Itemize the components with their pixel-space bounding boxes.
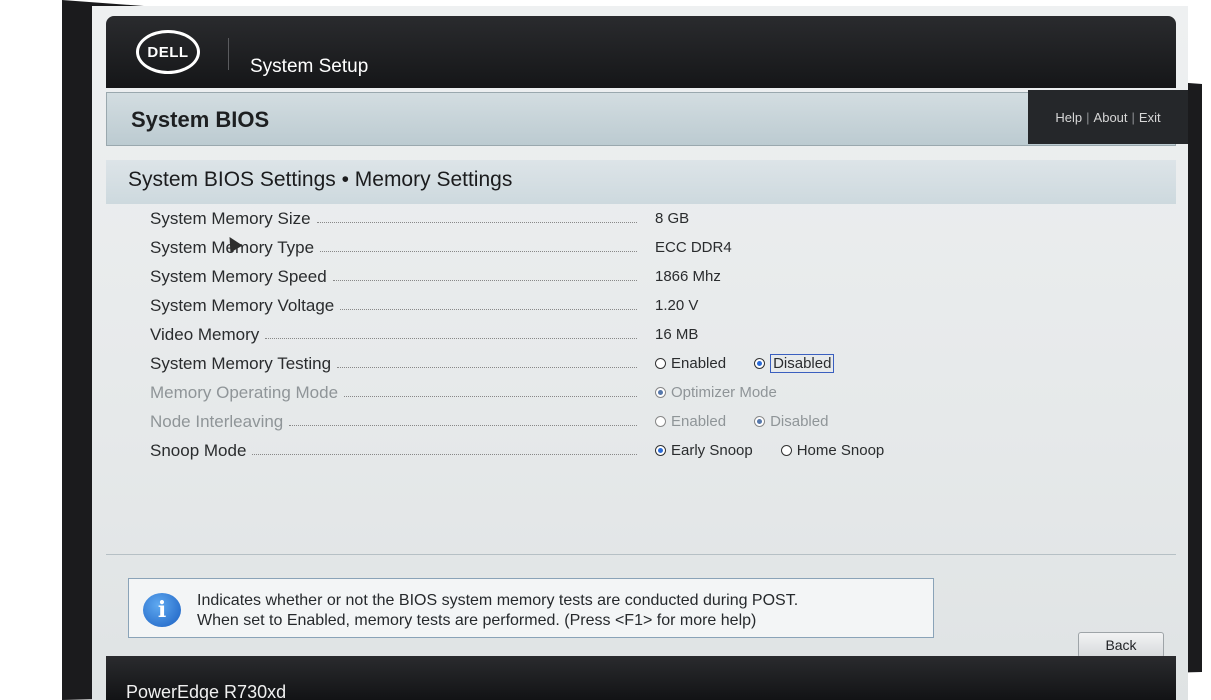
radio-icon (655, 416, 666, 427)
model-name: PowerEdge R730xd (126, 682, 287, 700)
radio-icon[interactable] (780, 445, 792, 456)
radio-selected-icon[interactable] (655, 445, 666, 456)
setting-label: System Memory Speed (150, 267, 637, 287)
settings-list: System Memory Size 8 GB System Memory Ty… (150, 204, 1050, 465)
radio-group: Enabled Disabled (655, 354, 856, 373)
radio-option-disabled: Disabled (754, 413, 828, 430)
radio-option-optimizer: Optimizer Mode (655, 384, 777, 401)
radio-selected-icon (754, 416, 766, 427)
setting-label: Memory Operating Mode (150, 383, 637, 403)
help-box: i Indicates whether or not the BIOS syst… (128, 578, 934, 638)
top-bar: DELL System Setup (106, 16, 1176, 88)
setting-label: System Memory Size (150, 209, 637, 229)
footer-bar: PowerEdge R730xd (106, 656, 1176, 700)
app-title: System Setup (250, 56, 369, 77)
radio-group: Optimizer Mode (655, 384, 799, 401)
divider (106, 554, 1176, 555)
dell-logo: DELL (136, 30, 200, 74)
setting-label: System Memory Testing (150, 354, 637, 374)
help-text: Indicates whether or not the BIOS system… (197, 592, 799, 629)
radio-selected-icon[interactable] (754, 358, 766, 369)
link-separator: | (1131, 109, 1135, 125)
radio-group: Early Snoop Home Snoop (655, 442, 906, 459)
bios-screen: DELL System Setup System BIOS Help | Abo… (92, 6, 1188, 700)
setting-row-memory-voltage: System Memory Voltage 1.20 V (150, 291, 1050, 320)
bios-header: System BIOS (106, 92, 1176, 146)
help-link[interactable]: Help (1055, 110, 1082, 125)
setting-label: Snoop Mode (150, 441, 637, 461)
divider (228, 38, 229, 70)
setting-row-memory-testing: System Memory Testing Enabled Disabled (150, 349, 1050, 378)
setting-value: 16 MB (655, 326, 699, 343)
back-button[interactable]: Back (1078, 632, 1164, 658)
radio-selected-icon (655, 387, 666, 398)
setting-row-memory-type: System Memory Type ECC DDR4 (150, 233, 1050, 262)
setting-row-memory-size: System Memory Size 8 GB (150, 204, 1050, 233)
section-header: System BIOS Settings • Memory Settings (106, 160, 1176, 204)
setting-row-memory-speed: System Memory Speed 1866 Mhz (150, 262, 1050, 291)
link-separator: | (1086, 109, 1090, 125)
radio-group: Enabled Disabled (655, 413, 850, 430)
setting-label: Video Memory (150, 325, 637, 345)
radio-option-early-snoop[interactable]: Early Snoop (655, 442, 753, 459)
top-links: Help | About | Exit (1028, 90, 1188, 144)
setting-row-operating-mode: Memory Operating Mode Optimizer Mode (150, 378, 1050, 407)
setting-label: Node Interleaving (150, 412, 637, 432)
about-link[interactable]: About (1094, 110, 1128, 125)
exit-link[interactable]: Exit (1139, 110, 1161, 125)
setting-value: 1866 Mhz (655, 268, 721, 285)
section-title: System BIOS Settings • Memory Settings (128, 168, 513, 191)
radio-option-enabled: Enabled (655, 413, 726, 430)
radio-icon[interactable] (655, 358, 666, 369)
radio-option-home-snoop[interactable]: Home Snoop (780, 442, 884, 459)
setting-value: ECC DDR4 (655, 239, 732, 256)
setting-row-video-memory: Video Memory 16 MB (150, 320, 1050, 349)
radio-option-disabled[interactable]: Disabled (754, 354, 835, 373)
setting-value: 1.20 V (655, 297, 699, 314)
page-title: System BIOS (131, 107, 270, 132)
setting-row-node-interleaving: Node Interleaving Enabled Disabled (150, 407, 1050, 436)
info-icon: i (143, 593, 181, 627)
radio-option-enabled[interactable]: Enabled (655, 355, 726, 372)
setting-value: 8 GB (655, 210, 690, 227)
setting-row-snoop-mode: Snoop Mode Early Snoop Home Snoop (150, 436, 1050, 465)
setting-label: System Memory Voltage (150, 296, 637, 316)
